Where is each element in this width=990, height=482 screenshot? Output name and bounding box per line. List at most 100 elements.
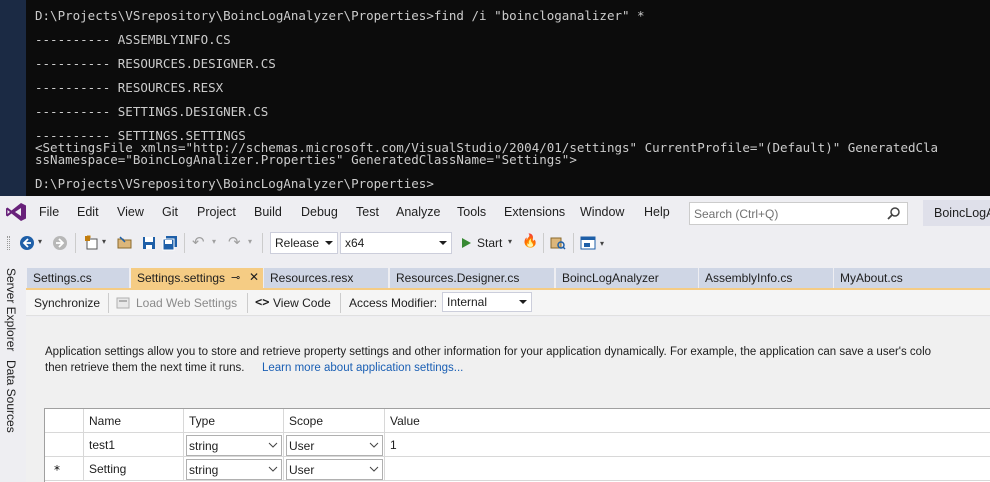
synchronize-button[interactable]: Synchronize [34, 296, 100, 310]
solution-configuration-dropdown[interactable]: Release [270, 232, 338, 254]
type-dropdown[interactable]: string [186, 435, 282, 456]
solution-name-label: BoincLogA [934, 206, 990, 220]
back-icon[interactable] [19, 235, 35, 251]
tab-label: BoincLogAnalyzer [562, 271, 659, 285]
new-project-icon[interactable] [84, 235, 100, 251]
scope-dropdown[interactable]: User [286, 435, 383, 456]
chevron-down-icon [369, 442, 379, 448]
setting-type-cell[interactable]: string [184, 457, 284, 481]
tab-label: MyAbout.cs [840, 271, 903, 285]
side-panel: Server Explorer Data Sources [0, 262, 26, 482]
access-modifier-label: Access Modifier: [349, 296, 438, 310]
chevron-down-icon [519, 300, 527, 304]
row-header[interactable]: * [45, 457, 84, 481]
data-sources-tab[interactable]: Data Sources [4, 360, 18, 433]
setting-value-cell[interactable]: 1 [385, 433, 990, 457]
redo-icon[interactable]: ↷ [228, 233, 241, 251]
tab-settings-settings[interactable]: Settings.settings ⊸ ✕ [131, 268, 263, 288]
start-label: Start [477, 236, 503, 250]
pin-icon[interactable]: ⊸ [231, 271, 240, 284]
window-layout-icon[interactable] [580, 235, 596, 251]
table-row[interactable]: test1 string User 1 [45, 433, 990, 457]
search-box[interactable]: Search (Ctrl+Q) [689, 202, 908, 225]
column-header-scope[interactable]: Scope [284, 409, 385, 433]
view-code-button[interactable]: <> View Code [255, 293, 335, 313]
row-header[interactable] [45, 433, 84, 457]
server-explorer-tab[interactable]: Server Explorer [4, 268, 18, 351]
visual-studio-logo-icon [6, 203, 26, 221]
new-dropdown-icon[interactable]: ▾ [102, 237, 106, 246]
search-icon[interactable] [887, 206, 901, 220]
chevron-down-icon [439, 241, 447, 245]
undo-icon[interactable]: ↶ [192, 233, 205, 251]
desktop-background [0, 0, 26, 196]
scope-dropdown[interactable]: User [286, 459, 383, 480]
menu-project[interactable]: Project [197, 205, 236, 219]
setting-value-cell[interactable] [385, 457, 990, 481]
console-line: ---------- ASSEMBLYINFO.CS [35, 32, 231, 47]
back-dropdown-icon[interactable]: ▾ [38, 237, 42, 246]
toolbar-overflow-icon[interactable]: ▾ [600, 239, 604, 248]
save-all-icon[interactable] [162, 235, 178, 251]
learn-more-link[interactable]: Learn more about application settings... [262, 362, 463, 374]
menu-tools[interactable]: Tools [457, 205, 486, 219]
tab-label: Resources.resx [270, 271, 354, 285]
close-icon[interactable]: ✕ [249, 270, 259, 284]
access-modifier-dropdown[interactable]: Internal [442, 292, 532, 312]
toolbar-separator [262, 233, 263, 253]
hot-reload-icon[interactable]: 🔥 [522, 234, 538, 249]
tab-myabout-cs[interactable]: MyAbout.cs [834, 268, 990, 288]
solution-platform-dropdown[interactable]: x64 [340, 232, 452, 254]
menu-build[interactable]: Build [254, 205, 282, 219]
save-icon[interactable] [141, 235, 157, 251]
toolbar-grip[interactable] [7, 236, 10, 250]
console-line: ---------- RESOURCES.DESIGNER.CS [35, 56, 276, 71]
type-value: string [189, 463, 219, 477]
menu-edit[interactable]: Edit [77, 205, 99, 219]
new-row-marker: * [54, 463, 60, 477]
menu-analyze[interactable]: Analyze [396, 205, 440, 219]
tab-resources-resx[interactable]: Resources.resx [264, 268, 388, 288]
toolbar-separator [184, 233, 185, 253]
type-dropdown[interactable]: string [186, 459, 282, 480]
tab-assemblyinfo-cs[interactable]: AssemblyInfo.cs [699, 268, 833, 288]
code-icon: <> [255, 295, 270, 309]
menu-view[interactable]: View [117, 205, 144, 219]
column-header-type[interactable]: Type [184, 409, 284, 433]
find-in-files-icon[interactable] [550, 235, 566, 251]
menu-test[interactable]: Test [356, 205, 379, 219]
undo-dropdown-icon[interactable]: ▾ [212, 237, 216, 246]
load-web-settings-button[interactable]: Load Web Settings [116, 293, 244, 313]
console-line: ---------- SETTINGS.DESIGNER.CS [35, 104, 269, 119]
menu-git[interactable]: Git [162, 205, 178, 219]
tab-label: Settings.settings [137, 271, 226, 285]
setting-name-cell[interactable]: Setting [84, 457, 184, 481]
tab-settings-cs[interactable]: Settings.cs [27, 268, 129, 288]
console-line: ---------- RESOURCES.RESX [35, 80, 224, 95]
redo-dropdown-icon[interactable]: ▾ [248, 237, 252, 246]
start-button[interactable]: Start ▾ [458, 232, 518, 254]
setting-scope-cell[interactable]: User [284, 433, 385, 457]
chevron-down-icon [268, 466, 278, 472]
column-header-name[interactable]: Name [84, 409, 184, 433]
forward-icon[interactable] [52, 235, 68, 251]
column-header-value[interactable]: Value [385, 409, 990, 433]
setting-type-cell[interactable]: string [184, 433, 284, 457]
setting-scope-cell[interactable]: User [284, 457, 385, 481]
platform-value: x64 [345, 236, 365, 250]
tab-boincloganalyzer[interactable]: BoincLogAnalyzer [556, 268, 698, 288]
menu-debug[interactable]: Debug [301, 205, 338, 219]
chevron-down-icon [369, 466, 379, 472]
menu-help[interactable]: Help [644, 205, 670, 219]
console-window: D:\Projects\VSrepository\BoincLogAnalyze… [0, 0, 990, 196]
tab-label: Settings.cs [33, 271, 92, 285]
menu-file[interactable]: File [39, 205, 59, 219]
table-row-new[interactable]: * Setting string User [45, 457, 990, 481]
tab-label: Resources.Designer.cs [396, 271, 520, 285]
load-web-settings-icon [116, 297, 130, 309]
menu-window[interactable]: Window [580, 205, 624, 219]
open-folder-icon[interactable] [117, 235, 133, 251]
setting-name-cell[interactable]: test1 [84, 433, 184, 457]
tab-resources-designer-cs[interactable]: Resources.Designer.cs [390, 268, 554, 288]
menu-extensions[interactable]: Extensions [504, 205, 565, 219]
